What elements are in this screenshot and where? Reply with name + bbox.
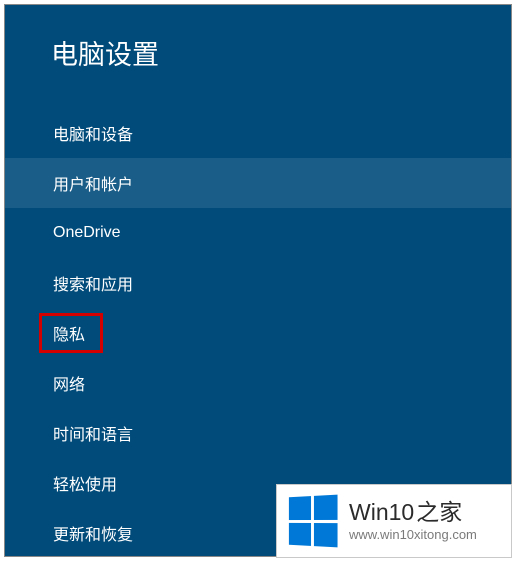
logo-tile — [313, 523, 337, 548]
nav-item-label: 隐私 — [53, 321, 85, 345]
windows-logo-icon — [289, 495, 338, 548]
watermark-url: www.win10xitong.com — [349, 527, 477, 542]
nav-item-label: 电脑和设备 — [53, 121, 133, 145]
watermark-brand-suffix: 之家 — [416, 499, 462, 525]
nav-item-privacy[interactable]: 隐私 — [5, 308, 511, 358]
page-title: 电脑设置 — [5, 5, 511, 72]
settings-panel: 电脑设置 电脑和设备 用户和帐户 OneDrive 搜索和应用 隐私 网络 时间… — [4, 4, 512, 557]
nav-item-search-apps[interactable]: 搜索和应用 — [5, 258, 511, 308]
nav-item-onedrive[interactable]: OneDrive — [5, 208, 511, 258]
nav-item-label: 网络 — [53, 371, 85, 395]
nav-item-users-accounts[interactable]: 用户和帐户 — [5, 158, 511, 208]
nav-item-label: 搜索和应用 — [53, 271, 133, 295]
nav-item-label: 轻松使用 — [53, 471, 117, 495]
watermark-brand: Win10之家 — [349, 500, 477, 525]
watermark-brand-main: Win10 — [349, 499, 414, 525]
nav-item-label: 用户和帐户 — [53, 171, 133, 195]
nav-item-label: 更新和恢复 — [53, 521, 133, 545]
nav-item-label: OneDrive — [53, 224, 121, 242]
logo-tile — [289, 496, 311, 519]
watermark-badge: Win10之家 www.win10xitong.com — [276, 484, 512, 558]
logo-tile — [289, 522, 311, 545]
nav-item-pc-devices[interactable]: 电脑和设备 — [5, 108, 511, 158]
watermark-text: Win10之家 www.win10xitong.com — [349, 500, 477, 542]
nav-item-network[interactable]: 网络 — [5, 358, 511, 408]
nav-item-time-language[interactable]: 时间和语言 — [5, 408, 511, 458]
logo-tile — [313, 495, 337, 520]
nav-item-label: 时间和语言 — [53, 421, 133, 445]
